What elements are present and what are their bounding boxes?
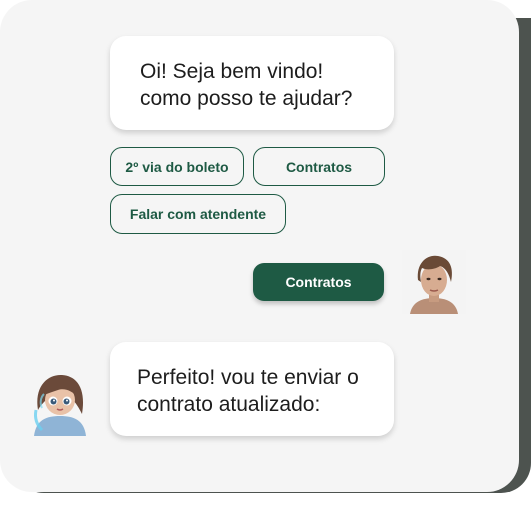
bot-reply-line-2: contrato atualizado: [137, 393, 321, 416]
quick-reply-boleto-button[interactable]: 2º via do boleto [110, 147, 244, 186]
chat-mockup: Oi! Seja bem vindo! como posso te ajudar… [0, 0, 532, 507]
bot-greeting-bubble: Oi! Seja bem vindo! como posso te ajudar… [110, 36, 394, 130]
bot-avatar-icon [28, 370, 92, 436]
chat-card: Oi! Seja bem vindo! como posso te ajudar… [0, 0, 519, 492]
user-avatar-icon [402, 250, 466, 314]
bot-reply-line-1: Perfeito! vou te enviar o [137, 366, 359, 389]
bot-greeting-line-1: Oi! Seja bem vindo! [140, 60, 324, 83]
bot-reply-bubble: Perfeito! vou te enviar o contrato atual… [110, 342, 394, 436]
bot-greeting-line-2: como posso te ajudar? [140, 87, 353, 110]
user-message-bubble: Contratos [253, 263, 384, 301]
quick-reply-contratos-button[interactable]: Contratos [253, 147, 385, 186]
quick-reply-atendente-button[interactable]: Falar com atendente [110, 194, 286, 234]
